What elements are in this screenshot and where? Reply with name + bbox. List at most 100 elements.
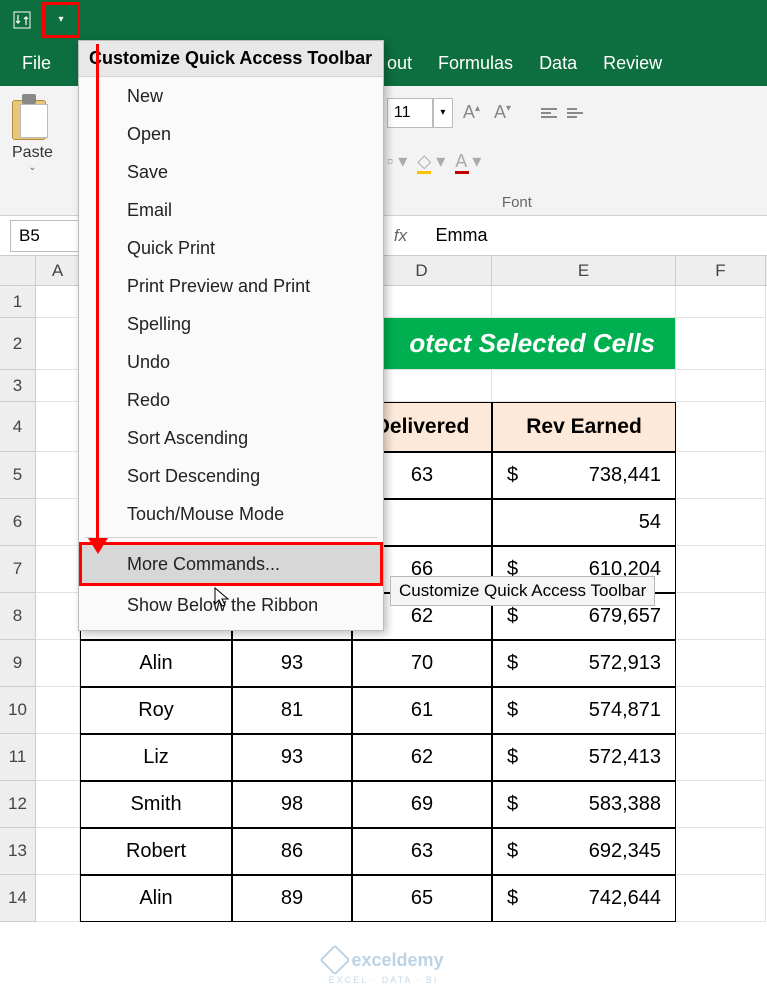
menu-item-undo[interactable]: Undo [79, 343, 383, 381]
cell[interactable]: 65 [352, 875, 492, 922]
menu-item-redo[interactable]: Redo [79, 381, 383, 419]
tab-layout[interactable]: out [379, 45, 420, 82]
row-header[interactable]: 10 [0, 687, 36, 734]
grow-font-icon[interactable]: A▴ [459, 102, 484, 123]
cell[interactable]: Smith [80, 781, 232, 828]
border-icon[interactable]: ▫ ▾ [387, 151, 407, 172]
menu-show-below-ribbon[interactable]: Show Below the Ribbon [79, 586, 383, 624]
font-size-dropdown[interactable]: ▾ [433, 98, 453, 128]
cell[interactable] [676, 593, 766, 640]
cell[interactable]: Alin [80, 640, 232, 687]
col-header-f[interactable]: F [676, 256, 766, 285]
cell[interactable] [36, 687, 80, 734]
cell[interactable] [492, 286, 676, 318]
row-header[interactable]: 12 [0, 781, 36, 828]
row-header[interactable]: 8 [0, 593, 36, 640]
menu-item-sort-descending[interactable]: Sort Descending [79, 457, 383, 495]
cell[interactable]: 62 [352, 734, 492, 781]
cell[interactable]: $572,913 [492, 640, 676, 687]
row-header[interactable]: 9 [0, 640, 36, 687]
row-header[interactable]: 4 [0, 402, 36, 452]
cell[interactable]: $692,345 [492, 828, 676, 875]
cell[interactable] [36, 828, 80, 875]
menu-item-sort-ascending[interactable]: Sort Ascending [79, 419, 383, 457]
align-middle-icon[interactable] [567, 102, 589, 124]
select-all-corner[interactable] [0, 256, 36, 285]
cell[interactable]: 93 [232, 734, 352, 781]
row-header[interactable]: 13 [0, 828, 36, 875]
row-header[interactable]: 5 [0, 452, 36, 499]
cell[interactable] [676, 546, 766, 593]
cell[interactable]: $574,871 [492, 687, 676, 734]
cell[interactable]: 81 [232, 687, 352, 734]
tab-formulas[interactable]: Formulas [430, 45, 521, 82]
tab-file[interactable]: File [14, 45, 59, 82]
cell[interactable] [36, 593, 80, 640]
fx-icon[interactable]: fx [386, 226, 416, 246]
menu-item-print-preview-and-print[interactable]: Print Preview and Print [79, 267, 383, 305]
cell[interactable]: 54 [492, 499, 676, 546]
row-header[interactable]: 11 [0, 734, 36, 781]
cell[interactable] [676, 286, 766, 318]
cell[interactable] [36, 781, 80, 828]
cell[interactable] [36, 875, 80, 922]
cell[interactable] [492, 370, 676, 402]
cell[interactable]: $572,413 [492, 734, 676, 781]
sort-qat-icon[interactable] [8, 6, 36, 34]
tab-review[interactable]: Review [595, 45, 670, 82]
cell[interactable]: 63 [352, 828, 492, 875]
cell[interactable] [676, 734, 766, 781]
row-header[interactable]: 3 [0, 370, 36, 402]
cell[interactable]: 89 [232, 875, 352, 922]
col-header-e[interactable]: E [492, 256, 676, 285]
cell[interactable] [676, 370, 766, 402]
cell[interactable]: Alin [80, 875, 232, 922]
cell[interactable]: 86 [232, 828, 352, 875]
col-header-a[interactable]: A [36, 256, 80, 285]
customize-qat-button[interactable]: ▾ [42, 2, 80, 38]
cell[interactable] [676, 875, 766, 922]
cell[interactable] [36, 318, 80, 370]
tab-data[interactable]: Data [531, 45, 585, 82]
cell[interactable] [676, 318, 766, 370]
font-color-icon[interactable]: A ▾ [455, 151, 481, 172]
cell[interactable]: Roy [80, 687, 232, 734]
cell[interactable] [36, 546, 80, 593]
menu-item-save[interactable]: Save [79, 153, 383, 191]
cell[interactable] [36, 734, 80, 781]
cell[interactable] [676, 499, 766, 546]
cell[interactable] [676, 452, 766, 499]
menu-item-open[interactable]: Open [79, 115, 383, 153]
row-header[interactable]: 6 [0, 499, 36, 546]
menu-more-commands[interactable]: More Commands... [79, 542, 383, 586]
menu-item-spelling[interactable]: Spelling [79, 305, 383, 343]
cell[interactable] [676, 828, 766, 875]
cell[interactable]: Liz [80, 734, 232, 781]
cell[interactable]: 93 [232, 640, 352, 687]
menu-item-email[interactable]: Email [79, 191, 383, 229]
fill-color-icon[interactable]: ◇ ▾ [417, 151, 445, 172]
cell[interactable]: Rev Earned [492, 402, 676, 452]
font-size-input[interactable]: 11 [387, 98, 433, 128]
cell[interactable] [36, 370, 80, 402]
row-header[interactable]: 2 [0, 318, 36, 370]
shrink-font-icon[interactable]: A▾ [490, 102, 515, 123]
cell[interactable]: Robert [80, 828, 232, 875]
cell[interactable] [676, 640, 766, 687]
cell[interactable] [36, 452, 80, 499]
align-top-icon[interactable] [541, 102, 563, 124]
cell[interactable] [36, 286, 80, 318]
cell[interactable] [676, 402, 766, 452]
row-header[interactable]: 1 [0, 286, 36, 318]
formula-bar[interactable]: Emma [426, 220, 767, 252]
cell[interactable] [676, 781, 766, 828]
cell[interactable]: 70 [352, 640, 492, 687]
cell[interactable]: 69 [352, 781, 492, 828]
menu-item-new[interactable]: New [79, 77, 383, 115]
cell[interactable]: $738,441 [492, 452, 676, 499]
menu-item-quick-print[interactable]: Quick Print [79, 229, 383, 267]
cell[interactable]: 98 [232, 781, 352, 828]
cell[interactable]: $583,388 [492, 781, 676, 828]
paste-button[interactable]: Paste ⌄ [12, 94, 53, 173]
row-header[interactable]: 7 [0, 546, 36, 593]
